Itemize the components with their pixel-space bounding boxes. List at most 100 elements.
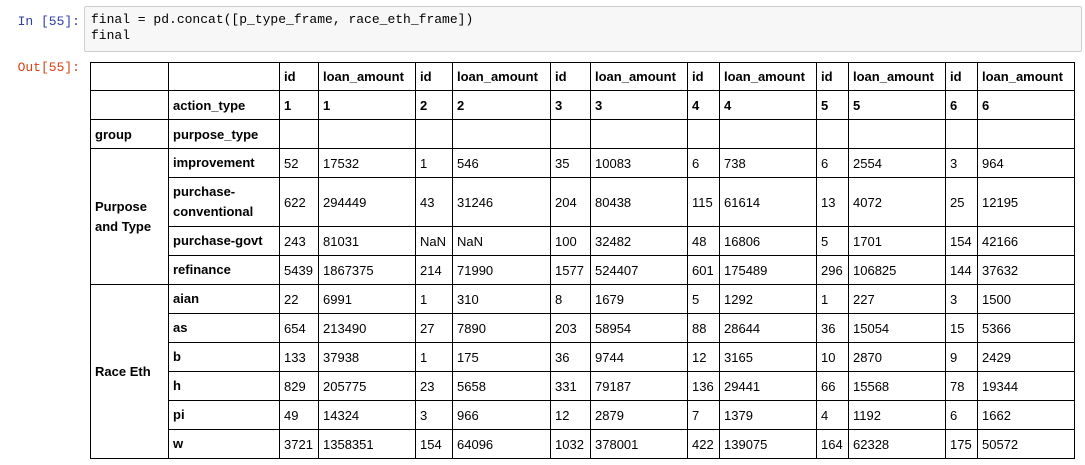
output-prompt: Out[55]: [17, 60, 80, 75]
column-header: id [279, 62, 319, 91]
table-cell: 37938 [318, 342, 416, 372]
table-row: b 133 37938 1 175 36 9744 12 3165 10 2870 9 2429 [91, 342, 1075, 372]
table-cell: 1662 [977, 400, 1075, 430]
table-cell: 214 [415, 255, 453, 285]
table-cell: 106825 [848, 255, 946, 285]
table-cell: 1 [816, 284, 849, 314]
table-cell: 12 [550, 400, 591, 430]
table-cell: 829 [279, 371, 319, 401]
action-type-header: 1 [279, 90, 319, 120]
table-cell: 154 [945, 226, 978, 256]
column-header: id [816, 62, 849, 91]
table-cell: 1 [415, 284, 453, 314]
table-cell: 35 [550, 148, 591, 178]
table-cell: 5439 [279, 255, 319, 285]
table-cell: 5 [687, 284, 720, 314]
table-cell: 294449 [318, 177, 416, 227]
table-cell: 1 [415, 342, 453, 372]
table-cell: 100 [550, 226, 591, 256]
index-name-header: purpose_type [168, 119, 280, 149]
table-cell: 133 [279, 342, 319, 372]
table-cell: 1379 [719, 400, 817, 430]
index-name-header [719, 119, 817, 149]
row-label: pi [168, 400, 280, 430]
table-cell: 14324 [318, 400, 416, 430]
table-cell: 2429 [977, 342, 1075, 372]
index-name-header [279, 119, 319, 149]
table-cell: 81031 [318, 226, 416, 256]
table-cell: 115 [687, 177, 720, 227]
table-cell: 3721 [279, 429, 319, 459]
action-type-header: 6 [945, 90, 978, 120]
table-header: id loan_amount id loan_amount id loan_amount i… [90, 62, 1075, 149]
column-header: id [415, 62, 453, 91]
table-cell: 175 [945, 429, 978, 459]
table-cell: 3 [945, 148, 978, 178]
table-cell: 80438 [590, 177, 688, 227]
action-type-header: 2 [452, 90, 551, 120]
action-type-header [90, 90, 169, 120]
row-label: w [168, 429, 280, 459]
action-type-header: 4 [687, 90, 720, 120]
action-type-header: 5 [848, 90, 946, 120]
table-cell: 12195 [977, 177, 1075, 227]
table-cell: 203 [550, 313, 591, 343]
column-header: loan_amount [452, 62, 551, 91]
table-row: pi 49 14324 3 966 12 2879 7 1379 4 1192 6 1662 [91, 400, 1075, 430]
index-name-header [318, 119, 416, 149]
table-cell: 37632 [977, 255, 1075, 285]
table-cell: 25 [945, 177, 978, 227]
table-cell: 204 [550, 177, 591, 227]
table-cell: 1292 [719, 284, 817, 314]
table-cell: 243 [279, 226, 319, 256]
table-cell: 28644 [719, 313, 817, 343]
index-name-header [550, 119, 591, 149]
table-cell: 3165 [719, 342, 817, 372]
action-type-header: 5 [816, 90, 849, 120]
table-cell: NaN [415, 226, 453, 256]
code-input-area[interactable]: final = pd.concat([p_type_frame, race_et… [84, 6, 1082, 52]
table-cell: 16806 [719, 226, 817, 256]
table-cell: 7 [687, 400, 720, 430]
table-cell: 52 [279, 148, 319, 178]
table-cell: 1358351 [318, 429, 416, 459]
table-cell: 1192 [848, 400, 946, 430]
column-header: loan_amount [318, 62, 416, 91]
row-label: improvement [168, 148, 280, 178]
index-name-header [590, 119, 688, 149]
index-name-header [977, 119, 1075, 149]
table-cell: 6 [816, 148, 849, 178]
table-cell: 331 [550, 371, 591, 401]
table-cell: 154 [415, 429, 453, 459]
table-cell: 15568 [848, 371, 946, 401]
table-cell: 175 [452, 342, 551, 372]
row-label: refinance [168, 255, 280, 285]
table-cell: 1 [415, 148, 453, 178]
table-cell: 601 [687, 255, 720, 285]
table-cell: 66 [816, 371, 849, 401]
table-cell: 296 [816, 255, 849, 285]
table-cell: 32482 [590, 226, 688, 256]
table-cell: 61614 [719, 177, 817, 227]
table-cell: 23 [415, 371, 453, 401]
table-cell: 8 [550, 284, 591, 314]
table-row: w 3721 1358351 154 64096 1032 378001 422 139075 1… [91, 429, 1075, 459]
code-line: final = pd.concat([p_type_frame, race_et… [91, 12, 474, 27]
index-name-header [945, 119, 978, 149]
table-cell: 64096 [452, 429, 551, 459]
table-cell: 964 [977, 148, 1075, 178]
header-row-group: group purpose_type [90, 119, 1075, 149]
column-header: id [550, 62, 591, 91]
table-cell: 19344 [977, 371, 1075, 401]
table-cell: 2870 [848, 342, 946, 372]
table-cell: 1500 [977, 284, 1075, 314]
table-cell: 5366 [977, 313, 1075, 343]
table-cell: 5 [816, 226, 849, 256]
action-type-header: 6 [977, 90, 1075, 120]
table-cell: 144 [945, 255, 978, 285]
table-cell: 9 [945, 342, 978, 372]
table-cell: NaN [452, 226, 551, 256]
table-cell: 6 [687, 148, 720, 178]
table-cell: 4072 [848, 177, 946, 227]
table-cell: 422 [687, 429, 720, 459]
